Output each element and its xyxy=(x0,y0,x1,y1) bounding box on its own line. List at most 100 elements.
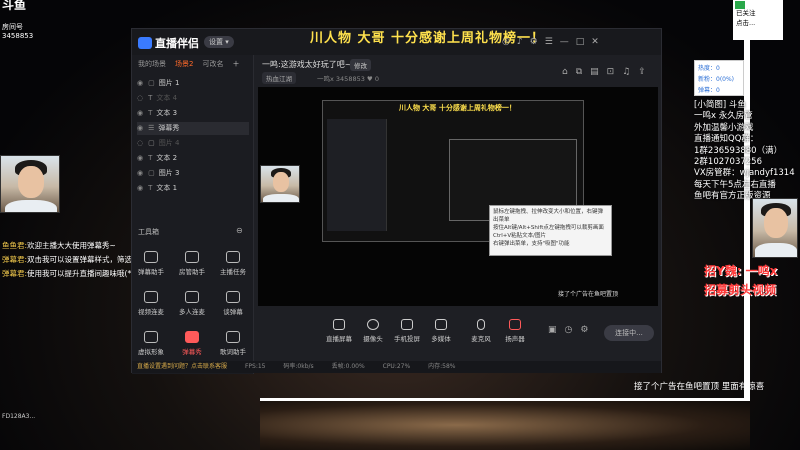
toolbar-icons[interactable]: ⌂⧉▤⊡♫⇪ xyxy=(562,67,654,77)
home-icon[interactable]: ⌂ xyxy=(562,67,576,77)
scene-sidebar: 我的场景 场景2 可改名＋ ◉ ▢ 图片 1 ◌ T 文本 4 ◉ T 文本 3 ◉ ☰ 弹幕秀 ◌… xyxy=(132,55,254,374)
source-controls: 直播屏幕 摄像头 手机投屏 多媒体 麦克风 扬声器 ▣◷⚙ xyxy=(258,319,658,351)
extra-controls[interactable]: ▣◷⚙ xyxy=(548,325,596,335)
room-info: 房间号 3458853 xyxy=(2,22,33,40)
text-icon: T xyxy=(148,94,153,102)
gear-icon[interactable]: ⚙ xyxy=(580,325,596,335)
source-item[interactable]: ◌ ▢ 图片 4 xyxy=(137,137,249,150)
stream-background: 斗鱼 房间号 3458853 鱼鱼君:欢迎主播大大使用弹幕秀~ 弹幕君:双击我可… xyxy=(0,0,800,450)
tab-my-scene[interactable]: 我的场景 xyxy=(138,60,166,68)
bell-icon[interactable]: ♫ xyxy=(622,67,638,77)
monitor-icon xyxy=(333,319,345,330)
tool-multi-link[interactable]: 多人连麦 xyxy=(173,291,211,321)
tab-rename[interactable]: 可改名 xyxy=(202,60,223,68)
phone-icon xyxy=(401,319,413,330)
speaker-icon xyxy=(509,319,521,330)
fps-readout: FPS:15 xyxy=(244,363,266,370)
copy-icon[interactable]: ⧉ xyxy=(576,67,590,77)
nested-banner: 川人物 大哥 十分感谢上周礼物榜一！ xyxy=(399,104,516,112)
promo-line-2: 招募剪头视频 xyxy=(704,283,777,297)
maximize-icon[interactable]: □ xyxy=(576,37,592,47)
nested-sidebar xyxy=(327,119,387,231)
settings-pill[interactable]: 设置 ▾ xyxy=(204,36,234,48)
add-scene-icon[interactable]: ＋ xyxy=(232,60,239,68)
task-icon xyxy=(226,251,240,263)
eye-off-icon[interactable]: ◌ xyxy=(137,94,143,102)
record-camera-icon[interactable]: ▣ xyxy=(548,325,565,335)
tab-scene-2[interactable]: 场景2 xyxy=(175,60,193,68)
frame-border-bottom xyxy=(260,398,750,401)
memory-readout: 内存:58% xyxy=(428,363,456,370)
eye-icon[interactable]: ◉ xyxy=(137,79,143,87)
eye-icon[interactable]: ◉ xyxy=(137,124,143,132)
source-item[interactable]: ◉ ☰ 弹幕秀 xyxy=(137,122,249,135)
eye-icon[interactable]: ◉ xyxy=(137,109,143,117)
announcement-text: [小简图] 斗鱼 一鸣x 永久房管 外加温馨小游戏 直播通知QQ群： 1群236… xyxy=(694,100,795,202)
tool-danmaku-helper[interactable]: 弹幕助手 xyxy=(132,251,170,281)
douyu-logo: 斗鱼 xyxy=(2,0,27,12)
share-icon[interactable]: ⇪ xyxy=(638,67,654,77)
text-icon: T xyxy=(148,154,153,162)
source-item[interactable]: ◌ T 文本 4 xyxy=(137,92,249,105)
tool-chat-danmaku[interactable]: 谈弹幕 xyxy=(214,291,252,321)
bitrate-readout: 码率:0kb/s xyxy=(283,363,314,370)
window-controls[interactable]: ◎♪⚙☰—□✕ xyxy=(502,37,606,47)
follow-box: 已关注 点击... xyxy=(733,0,783,40)
stream-preview[interactable]: 川人物 大哥 十分感谢上周礼物榜一！ 鼠标左键拖拽、拉伸改变大小和位置，右键弹出… xyxy=(258,87,658,306)
lyrics-icon xyxy=(226,331,240,343)
chat-icon xyxy=(226,291,240,303)
danmaku-icon xyxy=(144,251,158,263)
tool-lyrics[interactable]: 歌词助手 xyxy=(214,331,252,361)
screen-icon[interactable]: ⊡ xyxy=(607,67,623,77)
collapse-icon[interactable]: ⊖ xyxy=(236,226,243,235)
stats-box: 热度：0 新粉：0(0%) 弹幕：0 xyxy=(694,60,744,96)
eye-icon[interactable]: ◉ xyxy=(137,154,143,162)
menu-icon[interactable]: ☰ xyxy=(545,37,560,47)
close-icon[interactable]: ✕ xyxy=(591,37,606,47)
record-icon[interactable]: ◎ xyxy=(502,37,517,47)
image-icon: ▢ xyxy=(148,79,155,87)
source-item[interactable]: ◉ T 文本 2 xyxy=(137,152,249,165)
source-item[interactable]: ◉ T 文本 1 xyxy=(137,182,249,195)
list-icon[interactable]: ▤ xyxy=(590,67,607,77)
gear-icon[interactable]: ⚙ xyxy=(530,37,545,47)
streaming-app-window: 直播伴侣 设置 ▾ 川人物 大哥 十分感谢上周礼物榜一！ ◎♪⚙☰—□✕ 我的场… xyxy=(131,28,662,374)
media-icon xyxy=(435,319,447,330)
text-icon: T xyxy=(148,109,153,117)
eye-off-icon[interactable]: ◌ xyxy=(137,139,143,147)
eye-icon[interactable]: ◉ xyxy=(137,169,143,177)
camera-button[interactable]: 摄像头 xyxy=(356,319,390,343)
webcam-right xyxy=(752,198,798,258)
toolbox-header: 工具箱 xyxy=(138,228,159,236)
timer-icon[interactable]: ◷ xyxy=(565,325,581,335)
media-button[interactable]: 多媒体 xyxy=(424,319,458,343)
room-title: 一鸣:这游戏太好玩了吧~~ xyxy=(262,60,359,69)
room-stats: 一鸣x 3458853 ♥ 0 xyxy=(317,75,379,83)
speaker-button[interactable]: 扬声器 xyxy=(498,319,532,343)
ad-text: 接了个广告在鱼吧置顶 里面有惊喜 xyxy=(634,382,765,392)
category-badge[interactable]: 热血江湖 xyxy=(262,72,296,84)
tool-tasks[interactable]: 主播任务 xyxy=(214,251,252,281)
microphone-button[interactable]: 麦克风 xyxy=(464,319,498,343)
webcam-left xyxy=(0,155,60,213)
start-live-button[interactable]: 连接中... xyxy=(604,325,654,341)
music-icon[interactable]: ♪ xyxy=(517,37,530,47)
danmaku-icon: ☰ xyxy=(148,124,155,132)
source-item[interactable]: ◉ T 文本 3 xyxy=(137,107,249,120)
promo-line-1: 招Y魏: 一鸣x xyxy=(704,264,778,278)
tool-avatar[interactable]: 虚拟形象 xyxy=(132,331,170,361)
tool-video-link[interactable]: 视频连麦 xyxy=(132,291,170,321)
phone-cast-button[interactable]: 手机投屏 xyxy=(390,319,424,343)
screen-capture-button[interactable]: 直播屏幕 xyxy=(322,319,356,343)
tool-room-manager[interactable]: 房管助手 xyxy=(173,251,211,281)
edit-title-button[interactable]: 修改 xyxy=(350,59,371,71)
source-item[interactable]: ◉ ▢ 图片 3 xyxy=(137,167,249,180)
scene-tabs: 我的场景 场景2 可改名 ＋ xyxy=(138,59,248,69)
source-item[interactable]: ◉ ▢ 图片 1 xyxy=(137,77,249,90)
eye-icon[interactable]: ◉ xyxy=(137,184,143,192)
image-icon: ▢ xyxy=(148,169,155,177)
status-warning[interactable]: 直播设置遇到问题？点击联系客服 xyxy=(137,363,227,370)
tool-danmaku-show[interactable]: 弹幕秀 xyxy=(173,331,211,361)
minimize-icon[interactable]: — xyxy=(560,37,576,47)
preview-ad-text: 接了个广告在鱼吧置顶 xyxy=(558,291,619,298)
